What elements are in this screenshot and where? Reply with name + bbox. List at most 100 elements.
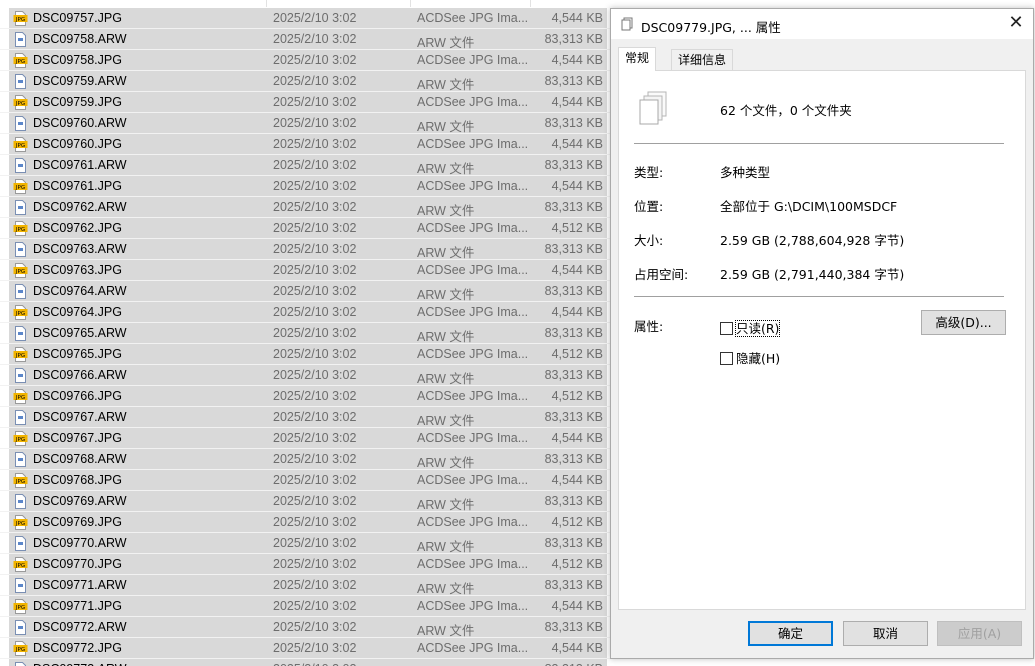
file-size: 83,313 KB xyxy=(544,578,603,592)
file-date: 2025/2/10 3:02 xyxy=(273,641,357,655)
file-name: DSC09764.ARW xyxy=(33,284,127,298)
column-header-strip xyxy=(0,0,610,8)
file-row[interactable]: DSC09768.ARW 2025/2/10 3:02 ARW 文件 83,313 K… xyxy=(0,449,610,470)
file-row[interactable]: DSC09758.ARW 2025/2/10 3:02 ARW 文件 83,313 K… xyxy=(0,29,610,50)
file-size: 4,544 KB xyxy=(551,95,603,109)
file-row[interactable]: JPG DSC09765.JPG 2025/2/10 3:02 ACDSee JPG … xyxy=(0,344,610,365)
file-name: DSC09770.JPG xyxy=(33,557,122,571)
file-row[interactable]: JPG DSC09764.JPG 2025/2/10 3:02 ACDSee JPG … xyxy=(0,302,610,323)
file-row[interactable]: JPG DSC09767.JPG 2025/2/10 3:02 ACDSee JPG … xyxy=(0,428,610,449)
jpg-badge-text: JPG xyxy=(15,479,25,485)
file-size: 83,313 KB xyxy=(544,326,603,340)
dialog-titlebar[interactable]: DSC09779.JPG, ... 属性 ✕ xyxy=(611,9,1033,39)
file-size: 4,512 KB xyxy=(551,557,603,571)
checkbox-box[interactable] xyxy=(720,352,733,365)
file-date: 2025/2/10 3:02 xyxy=(273,536,357,550)
file-date: 2025/2/10 3:02 xyxy=(273,11,357,25)
checkbox-box[interactable] xyxy=(720,322,733,335)
file-row[interactable]: JPG DSC09760.JPG 2025/2/10 3:02 ACDSee JPG … xyxy=(0,134,610,155)
file-name: DSC09766.JPG xyxy=(33,389,122,403)
file-row[interactable]: DSC09762.ARW 2025/2/10 3:02 ARW 文件 83,313 K… xyxy=(0,197,610,218)
column-separator xyxy=(530,0,531,7)
file-name: DSC09772.ARW xyxy=(33,620,127,634)
file-date: 2025/2/10 3:02 xyxy=(273,326,357,340)
file-row[interactable]: DSC09763.ARW 2025/2/10 3:02 ARW 文件 83,313 K… xyxy=(0,239,610,260)
cancel-button[interactable]: 取消 xyxy=(843,621,928,646)
file-name: DSC09762.ARW xyxy=(33,200,127,214)
size-value: 2.59 GB (2,788,604,928 字节) xyxy=(720,233,905,248)
multiple-files-icon xyxy=(639,91,667,125)
type-value: 多种类型 xyxy=(720,165,771,180)
hidden-checkbox[interactable]: 隐藏(H) xyxy=(720,348,780,367)
file-row[interactable]: JPG DSC09769.JPG 2025/2/10 3:02 ACDSee JPG … xyxy=(0,512,610,533)
file-date: 2025/2/10 3:02 xyxy=(273,116,357,130)
file-size: 83,313 KB xyxy=(544,116,603,130)
file-type: ACDSee JPG Ima... xyxy=(417,473,529,487)
ok-button[interactable]: 确定 xyxy=(748,621,833,646)
file-type: ARW 文件 xyxy=(417,582,475,596)
file-date: 2025/2/10 3:02 xyxy=(273,221,357,235)
file-type: ACDSee JPG Ima... xyxy=(417,95,529,109)
file-row[interactable]: DSC09759.ARW 2025/2/10 3:02 ARW 文件 83,313 K… xyxy=(0,71,610,92)
jpg-badge-text: JPG xyxy=(15,101,25,107)
file-name: DSC09760.JPG xyxy=(33,137,122,151)
jpg-icon: JPG xyxy=(13,389,28,404)
file-type: ARW 文件 xyxy=(417,120,475,134)
file-row[interactable]: JPG DSC09766.JPG 2025/2/10 3:02 ACDSee JPG … xyxy=(0,386,610,407)
file-size: 83,313 KB xyxy=(544,536,603,550)
file-date: 2025/2/10 3:02 xyxy=(273,284,357,298)
file-row[interactable]: JPG DSC09772.JPG 2025/2/10 3:02 ACDSee JPG … xyxy=(0,638,610,659)
file-type: ACDSee JPG Ima... xyxy=(417,305,529,319)
close-icon: ✕ xyxy=(1008,12,1024,33)
apply-button[interactable]: 应用(A) xyxy=(937,621,1022,646)
file-row[interactable]: JPG DSC09771.JPG 2025/2/10 3:02 ACDSee JPG … xyxy=(0,596,610,617)
arw-icon xyxy=(15,284,26,299)
readonly-checkbox[interactable]: 只读(R) xyxy=(720,318,781,337)
file-row[interactable]: DSC09764.ARW 2025/2/10 3:02 ARW 文件 83,313 K… xyxy=(0,281,610,302)
file-date: 2025/2/10 3:02 xyxy=(273,410,357,424)
tab-details[interactable]: 详细信息 xyxy=(671,49,734,70)
file-name: DSC09766.ARW xyxy=(33,368,127,382)
file-row[interactable]: JPG DSC09770.JPG 2025/2/10 3:02 ACDSee JPG … xyxy=(0,554,610,575)
file-type: ACDSee JPG Ima... xyxy=(417,389,529,403)
file-row[interactable]: DSC09773.ARW 2025/2/10 3:02 ARW 文件 83,313 K… xyxy=(0,659,610,666)
file-name: DSC09765.JPG xyxy=(33,347,122,361)
tab-general[interactable]: 常规 xyxy=(618,47,657,71)
file-row[interactable]: JPG DSC09762.JPG 2025/2/10 3:02 ACDSee JPG … xyxy=(0,218,610,239)
file-row[interactable]: DSC09770.ARW 2025/2/10 3:02 ARW 文件 83,313 K… xyxy=(0,533,610,554)
file-size: 83,313 KB xyxy=(544,200,603,214)
file-type: ARW 文件 xyxy=(417,372,475,386)
file-row[interactable]: DSC09772.ARW 2025/2/10 3:02 ARW 文件 83,313 K… xyxy=(0,617,610,638)
close-button[interactable]: ✕ xyxy=(999,9,1033,39)
divider xyxy=(634,296,1004,297)
file-row[interactable]: DSC09771.ARW 2025/2/10 3:02 ARW 文件 83,313 K… xyxy=(0,575,610,596)
file-row[interactable]: DSC09761.ARW 2025/2/10 3:02 ARW 文件 83,313 K… xyxy=(0,155,610,176)
file-type: ACDSee JPG Ima... xyxy=(417,179,529,193)
file-row[interactable]: DSC09767.ARW 2025/2/10 3:02 ARW 文件 83,313 K… xyxy=(0,407,610,428)
file-row[interactable]: DSC09765.ARW 2025/2/10 3:02 ARW 文件 83,313 K… xyxy=(0,323,610,344)
file-type: ARW 文件 xyxy=(417,456,475,470)
file-name: DSC09768.JPG xyxy=(33,473,122,487)
file-name: DSC09763.JPG xyxy=(33,263,122,277)
file-size: 4,544 KB xyxy=(551,641,603,655)
file-row[interactable]: JPG DSC09761.JPG 2025/2/10 3:02 ACDSee JPG … xyxy=(0,176,610,197)
jpg-icon: JPG xyxy=(13,641,28,656)
file-type: ARW 文件 xyxy=(417,624,475,638)
arw-icon xyxy=(15,116,26,131)
file-row[interactable]: JPG DSC09763.JPG 2025/2/10 3:02 ACDSee JPG … xyxy=(0,260,610,281)
file-size: 4,544 KB xyxy=(551,11,603,25)
arw-icon xyxy=(15,326,26,341)
file-type: ACDSee JPG Ima... xyxy=(417,11,529,25)
advanced-button[interactable]: 高级(D)... xyxy=(921,310,1006,335)
file-row[interactable]: DSC09769.ARW 2025/2/10 3:02 ARW 文件 83,313 K… xyxy=(0,491,610,512)
file-type: ARW 文件 xyxy=(417,414,475,428)
jpg-icon: JPG xyxy=(13,515,28,530)
file-row[interactable]: DSC09760.ARW 2025/2/10 3:02 ARW 文件 83,313 K… xyxy=(0,113,610,134)
file-row[interactable]: DSC09766.ARW 2025/2/10 3:02 ARW 文件 83,313 K… xyxy=(0,365,610,386)
file-row[interactable]: JPG DSC09757.JPG 2025/2/10 3:02 ACDSee JPG … xyxy=(0,8,610,29)
divider xyxy=(634,143,1004,144)
file-type: ARW 文件 xyxy=(417,246,475,260)
file-row[interactable]: JPG DSC09759.JPG 2025/2/10 3:02 ACDSee JPG … xyxy=(0,92,610,113)
file-row[interactable]: JPG DSC09768.JPG 2025/2/10 3:02 ACDSee JPG … xyxy=(0,470,610,491)
file-row[interactable]: JPG DSC09758.JPG 2025/2/10 3:02 ACDSee JPG … xyxy=(0,50,610,71)
